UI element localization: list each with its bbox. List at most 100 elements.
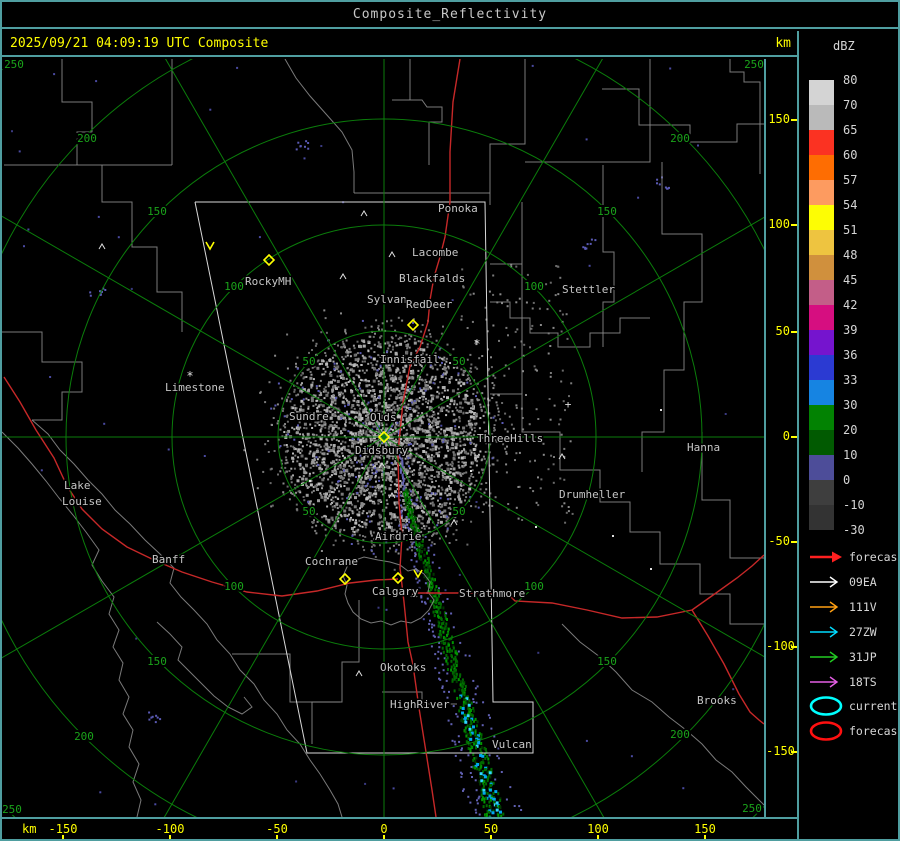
echo-pixel [430, 486, 432, 488]
echo-pixel [370, 401, 372, 403]
echo-pixel [422, 324, 424, 326]
colorbar-value-label: 80 [843, 73, 857, 87]
echo-pixel [413, 460, 415, 462]
streak-pixel [410, 490, 412, 492]
echo-pixel [351, 543, 353, 545]
echo-pixel [374, 344, 376, 346]
echo-pixel [376, 470, 378, 472]
echo-pixel [472, 437, 474, 439]
echo-pixel [159, 718, 161, 720]
echo-pixel [392, 346, 394, 348]
streak-pixel [445, 660, 447, 663]
echo-pixel [412, 322, 414, 324]
echo-pixel [550, 419, 552, 421]
echo-pixel [445, 462, 448, 465]
echo-pixel [490, 417, 492, 419]
echo-pixel [465, 472, 467, 474]
echo-pixel [326, 438, 328, 440]
streak-pixel [446, 673, 448, 675]
bottom-axis-tick-mark [276, 835, 278, 841]
echo-pixel [379, 374, 382, 377]
echo-pixel [330, 503, 332, 505]
echo-pixel [391, 341, 393, 343]
echo-pixel [414, 443, 416, 445]
echo-pixel [453, 454, 456, 457]
echo-pixel [306, 485, 308, 487]
echo-pixel [355, 468, 357, 470]
echo-pixel [478, 507, 480, 509]
echo-pixel [380, 346, 382, 348]
echo-pixel [432, 502, 434, 504]
streak-pixel [463, 701, 465, 704]
echo-pixel [374, 492, 377, 495]
echo-pixel [458, 465, 460, 467]
streak-pixel [438, 672, 440, 674]
echo-pixel [316, 456, 318, 458]
echo-pixel [452, 442, 454, 444]
colorbar-swatch [809, 355, 834, 380]
echo-pixel [407, 548, 409, 550]
range-ring-label: 50 [452, 355, 465, 368]
echo-pixel [338, 392, 340, 394]
echo-pixel [344, 472, 346, 474]
radar-map-canvas[interactable]: 5050505010010010010015015015015020020020… [2, 59, 764, 817]
streak-pixel [444, 627, 446, 630]
streak-pixel [477, 742, 480, 745]
echo-pixel [485, 488, 487, 490]
echo-pixel [470, 454, 472, 456]
echo-pixel [504, 413, 506, 415]
echo-pixel [419, 387, 421, 389]
echo-pixel [359, 388, 361, 390]
echo-pixel [533, 302, 535, 304]
echo-pixel [300, 384, 302, 386]
echo-pixel [431, 444, 433, 446]
echo-pixel [282, 491, 284, 493]
echo-pixel [328, 359, 330, 361]
range-ring-label: 50 [302, 505, 315, 518]
echo-pixel [296, 382, 298, 384]
echo-pixel [567, 338, 569, 340]
bottom-axis-unit-label: km [22, 822, 36, 836]
range-ring-label: 200 [670, 728, 690, 741]
echo-pixel [419, 378, 421, 380]
streak-pixel [454, 678, 456, 681]
echo-pixel [458, 457, 460, 459]
echo-pixel [424, 528, 426, 530]
echo-pixel [461, 315, 463, 317]
echo-pixel [362, 485, 364, 487]
echo-pixel [321, 424, 324, 427]
echo-pixel [309, 445, 311, 447]
echo-pixel [360, 352, 362, 354]
echo-pixel [41, 469, 43, 471]
echo-pixel [442, 386, 445, 389]
echo-pixel [519, 452, 521, 454]
echo-pixel [337, 520, 339, 522]
echo-pixel [359, 370, 361, 372]
echo-pixel [387, 550, 389, 552]
colorbar-value-label: 51 [843, 223, 857, 237]
echo-pixel [336, 421, 338, 423]
echo-pixel [566, 512, 568, 514]
echo-pixel [350, 362, 352, 364]
streak-pixel [463, 704, 465, 707]
echo-pixel [379, 544, 381, 546]
streak-pixel [429, 620, 431, 622]
echo-pixel [399, 392, 402, 395]
echo-pixel [397, 422, 399, 424]
timestamp-label: 2025/09/21 04:09:19 UTC Composite [10, 36, 268, 51]
echo-pixel [667, 188, 669, 190]
streak-pixel [442, 647, 444, 650]
county-boundary-line [490, 302, 650, 347]
county-boundary-line [157, 622, 252, 714]
echo-pixel [340, 430, 342, 432]
echo-pixel [447, 366, 449, 368]
echo-pixel [428, 423, 430, 425]
right-axis-tick-label: -100 [766, 639, 790, 653]
city-label: Blackfalds [399, 272, 465, 285]
echo-pixel [334, 506, 336, 508]
bottom-axis-tick-mark [62, 835, 64, 841]
echo-pixel [313, 519, 315, 521]
echo-pixel [324, 495, 327, 498]
echo-pixel [373, 397, 376, 400]
echo-pixel [417, 519, 420, 522]
